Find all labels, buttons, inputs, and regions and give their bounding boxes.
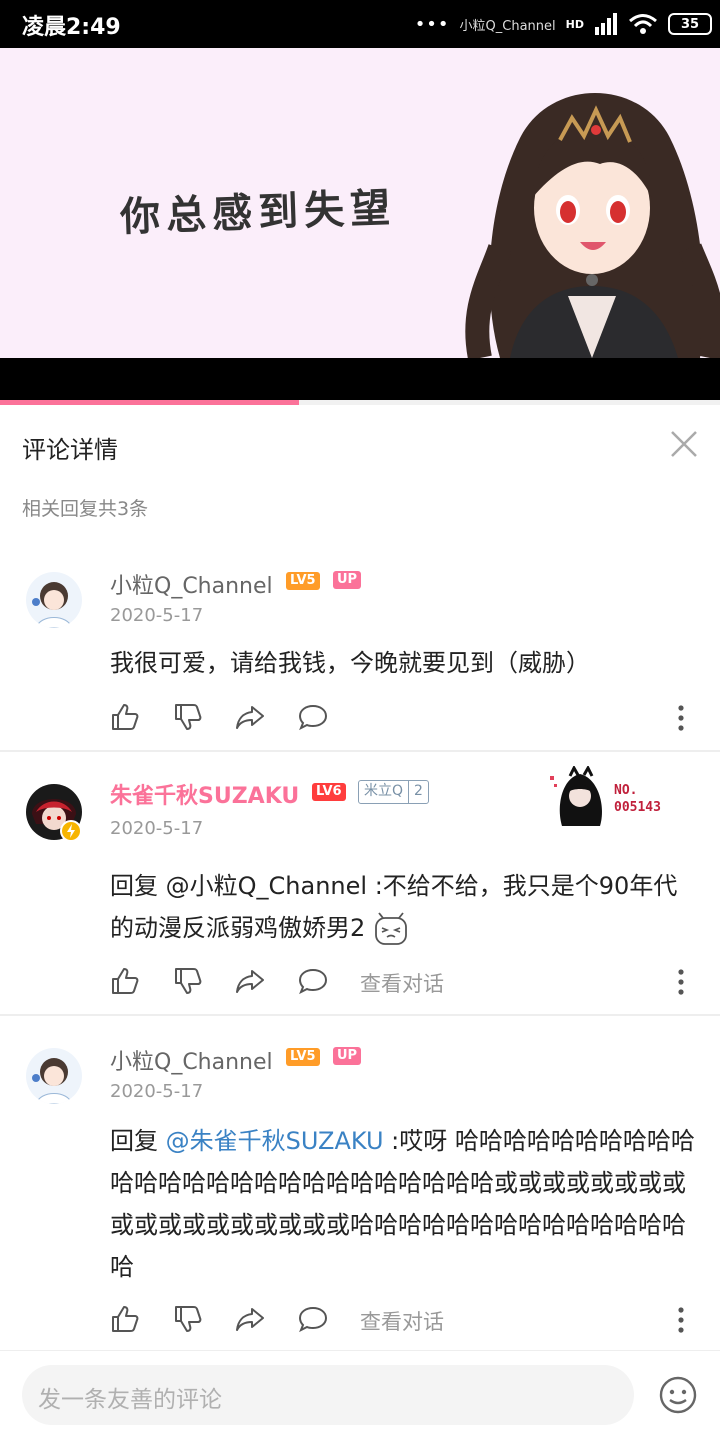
avatar[interactable] [26, 1048, 82, 1104]
wifi-icon [629, 14, 657, 34]
up-badge: UP [333, 571, 362, 589]
battery-icon: 35 [668, 13, 712, 35]
share-icon [236, 1308, 264, 1331]
video-subtitle: 你总感到失望 [119, 184, 397, 241]
comment-text: 回复 @小粒Q_Channel :不给不给，我只是个90年代的动漫反派弱鸡傲娇男… [110, 865, 700, 949]
fan-medal-name: 米立Q [364, 783, 404, 799]
level-badge: LV6 [312, 783, 346, 801]
like-icon [112, 968, 139, 994]
reply-icon [298, 968, 328, 995]
divider [0, 750, 720, 752]
comment-date: 2020-5-17 [110, 818, 204, 839]
comment-date: 2020-5-17 [110, 605, 204, 626]
notification-dots: ••• [414, 13, 450, 35]
like-button[interactable] [110, 966, 140, 996]
comment-actions [110, 702, 700, 736]
share-icon [236, 706, 264, 729]
up-badge: UP [333, 1047, 362, 1065]
level-badge: LV5 [286, 572, 320, 590]
reply-button[interactable] [298, 966, 328, 996]
like-button[interactable] [110, 1304, 140, 1334]
dislike-button[interactable] [173, 966, 203, 996]
decoration-card-image [550, 766, 602, 826]
dislike-icon [175, 968, 202, 994]
share-button[interactable] [235, 1304, 265, 1334]
like-icon [112, 704, 139, 730]
notification-text: 小粒Q_Channel [459, 18, 556, 34]
mention-link[interactable]: @朱雀千秋SUZAKU [166, 1127, 384, 1155]
status-indicators: ••• 小粒Q_Channel HD 35 [415, 10, 712, 38]
share-button[interactable] [235, 966, 265, 996]
decoration-id: 005143 [614, 800, 661, 815]
level-badge: LV5 [286, 1048, 320, 1066]
username[interactable]: 朱雀千秋SUZAKU [110, 778, 299, 810]
more-icon[interactable] [676, 704, 686, 732]
reply-button[interactable] [298, 1304, 328, 1334]
video-player[interactable]: 你总感到失望 [0, 48, 720, 358]
emoji-icon[interactable] [658, 1375, 698, 1415]
video-letterbox [0, 358, 720, 400]
reply-icon [298, 704, 328, 731]
comment-input[interactable]: 发一条友善的评论 [22, 1365, 634, 1425]
fan-medal: 米立Q 2 [358, 780, 429, 804]
status-bar: 凌晨2:49 ••• 小粒Q_Channel HD 35 [0, 0, 720, 48]
status-time: 凌晨2:49 [22, 15, 121, 40]
share-icon [236, 970, 264, 993]
anime-character-image [465, 93, 720, 358]
fan-medal-level: 2 [408, 781, 428, 803]
reply-prefix: 回复 [110, 1127, 166, 1155]
more-icon[interactable] [676, 968, 686, 996]
video-progress-fill [0, 400, 299, 405]
comment-text: 回复 @朱雀千秋SUZAKU :哎呀 哈哈哈哈哈哈哈哈哈哈哈哈哈哈哈哈哈哈哈哈哈… [110, 1120, 700, 1288]
dislike-icon [175, 1306, 202, 1332]
emoji-sticker-icon [375, 912, 407, 945]
signal-icon [595, 13, 617, 35]
decoration-card-number: NO. 005143 [614, 782, 661, 816]
decoration-no-label: NO. [614, 783, 638, 798]
reply-icon [298, 1306, 328, 1333]
reply-prefix: 回复 [110, 872, 166, 900]
view-conversation-link[interactable]: 查看对话 [360, 1306, 444, 1336]
dislike-icon [175, 704, 202, 730]
share-button[interactable] [235, 702, 265, 732]
comment-date: 2020-5-17 [110, 1081, 204, 1102]
view-conversation-link[interactable]: 查看对话 [360, 968, 444, 998]
like-icon [112, 1306, 139, 1332]
comment-actions: 查看对话 [110, 1304, 700, 1338]
network-hd-label: HD [565, 17, 584, 31]
panel-title: 评论详情 [22, 436, 118, 464]
comment-text: 我很可爱，请给我钱，今晚就要见到（威胁） [110, 649, 590, 677]
dislike-button[interactable] [173, 702, 203, 732]
mention-link[interactable]: @小粒Q_Channel [166, 872, 367, 900]
reply-count: 相关回复共3条 [22, 498, 149, 520]
video-progress-bar[interactable] [0, 400, 720, 405]
username[interactable]: 小粒Q_Channel [110, 1044, 273, 1076]
comment-actions: 查看对话 [110, 966, 700, 1000]
comment-input-bar: 发一条友善的评论 [0, 1350, 720, 1440]
close-icon[interactable] [668, 428, 700, 460]
more-icon[interactable] [676, 1306, 686, 1334]
username[interactable]: 小粒Q_Channel [110, 568, 273, 600]
divider [0, 1014, 720, 1016]
avatar[interactable] [26, 572, 82, 628]
reply-button[interactable] [298, 702, 328, 732]
dislike-button[interactable] [173, 1304, 203, 1334]
like-button[interactable] [110, 702, 140, 732]
verified-badge-icon [60, 820, 82, 842]
